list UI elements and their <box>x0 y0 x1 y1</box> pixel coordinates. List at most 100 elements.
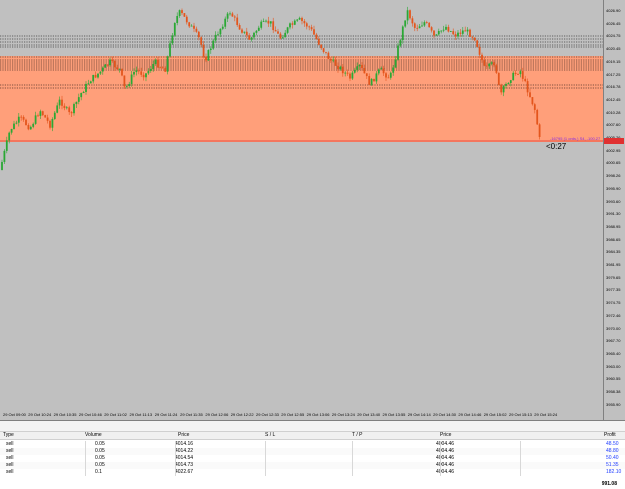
time-tick-label: 29 Oct 11:24 <box>154 412 178 417</box>
candle-body <box>277 31 279 34</box>
price-tick-label: 3974.75 <box>606 300 621 306</box>
candle-body <box>313 29 315 35</box>
candle-body <box>224 18 227 27</box>
candle-body <box>404 20 407 27</box>
trade-row[interactable]: sell 0.05 4014.16 4004.46 48.50 <box>0 441 625 448</box>
candle-body <box>531 97 534 105</box>
candle-body <box>375 73 378 82</box>
candle-body <box>356 66 359 70</box>
candle-body <box>188 22 191 27</box>
candle-body <box>154 59 157 65</box>
position-label: -16795 (1 ords.) S4, -100.27 <box>550 136 601 141</box>
column-separator <box>440 448 441 455</box>
candle-body <box>394 59 397 68</box>
header-volume[interactable]: Volume <box>85 432 102 439</box>
trade-current-cell: 4004.46 <box>436 469 455 475</box>
candle-body <box>140 71 143 75</box>
candle-body <box>135 70 138 72</box>
column-separator <box>175 469 176 476</box>
column-separator <box>175 441 176 448</box>
candle-body <box>363 68 366 74</box>
price-tick-label: 3988.95 <box>606 223 621 229</box>
candle-body <box>149 68 152 71</box>
price-chart[interactable]: -16795 (1 ords.) S4, -100.27 <0:27 <box>0 0 625 420</box>
candle-body <box>109 59 111 66</box>
candle-body <box>173 22 176 36</box>
candle-body <box>514 72 517 74</box>
candle-body <box>221 26 224 29</box>
trade-row[interactable]: sell 0.1 4022.67 4004.46 182.10 <box>0 469 625 476</box>
candle-body <box>75 101 78 105</box>
price-tick-label: 3970.00 <box>606 325 621 331</box>
price-tick-label: 4020.45 <box>606 46 621 52</box>
header-tp[interactable]: T / P <box>352 432 362 439</box>
candle-body <box>262 20 265 22</box>
candle-body <box>524 78 527 82</box>
candle-body <box>161 67 164 69</box>
trade-row[interactable]: sell 0.05 4014.73 4004.46 51.35 <box>0 462 625 469</box>
candle-body <box>255 30 258 33</box>
trade-profit-cell: 51.35 <box>606 462 619 468</box>
column-separator <box>265 455 266 462</box>
header-profit[interactable]: Profit <box>604 432 616 439</box>
time-tick-label: 29 Oct 15:24 <box>534 412 558 417</box>
candle-body <box>133 71 135 75</box>
price-tick-label: 4024.75 <box>606 33 621 39</box>
candle-body <box>253 32 255 38</box>
candle-body <box>389 72 392 78</box>
price-tick-label: 3958.38 <box>606 389 621 394</box>
candle-body <box>80 93 83 98</box>
candle-body <box>214 34 217 41</box>
trade-row[interactable]: sell 0.05 4014.22 4004.46 48.80 <box>0 448 625 455</box>
candle-body <box>341 66 344 74</box>
bid-price-tag <box>604 138 624 144</box>
candlestick-plot[interactable] <box>0 0 603 420</box>
column-separator <box>352 448 353 455</box>
time-tick-label: 29 Oct 11:35 <box>180 412 203 417</box>
time-tick-label: 29 Oct 11:13 <box>129 412 153 417</box>
candle-body <box>94 74 97 78</box>
candle-body <box>493 62 495 66</box>
candle-body <box>473 37 476 41</box>
candle-body <box>418 26 421 29</box>
candle-body <box>485 65 488 67</box>
trade-profit-cell: 48.50 <box>606 441 619 447</box>
candle-body <box>478 46 481 55</box>
candle-body <box>392 67 395 73</box>
price-tick-label: 3965.40 <box>606 350 621 356</box>
candle-body <box>197 31 200 38</box>
candle-body <box>361 64 363 69</box>
candle-body <box>17 116 20 123</box>
candle-body <box>37 115 39 117</box>
candle-body <box>245 31 248 36</box>
candle-body <box>327 52 330 59</box>
column-separator <box>352 455 353 462</box>
price-tick-label: 3960.55 <box>606 376 621 382</box>
header-sl[interactable]: S / L <box>265 432 275 439</box>
header-price[interactable]: Price <box>178 432 189 439</box>
candle-body <box>507 82 510 84</box>
candle-body <box>250 37 253 40</box>
candle-body <box>118 68 121 70</box>
candle-body <box>274 30 277 32</box>
trade-volume-cell: 0.05 <box>95 455 105 461</box>
candle-body <box>380 68 383 70</box>
header-type[interactable]: Type <box>3 432 14 439</box>
trade-row[interactable]: sell 0.05 4014.54 4004.46 50.40 <box>0 455 625 462</box>
candle-body <box>61 99 63 106</box>
price-tick-label: 3963.00 <box>606 363 621 369</box>
candle-body <box>437 31 440 35</box>
candle-body <box>495 65 498 73</box>
bar-countdown-timer: <0:27 <box>546 142 567 151</box>
candle-body <box>171 35 174 44</box>
candle-body <box>488 63 491 67</box>
candle-body <box>526 81 529 93</box>
candle-body <box>39 111 42 116</box>
candle-body <box>241 29 243 33</box>
price-axis[interactable]: 4026.90 4026.45 4024.75 4020.45 4019.15 4017.… <box>603 0 625 420</box>
candle-body <box>82 91 85 94</box>
header-current-price[interactable]: Price <box>440 432 451 439</box>
column-separator <box>85 441 86 448</box>
candle-body <box>454 34 457 37</box>
candle-body <box>205 56 207 61</box>
